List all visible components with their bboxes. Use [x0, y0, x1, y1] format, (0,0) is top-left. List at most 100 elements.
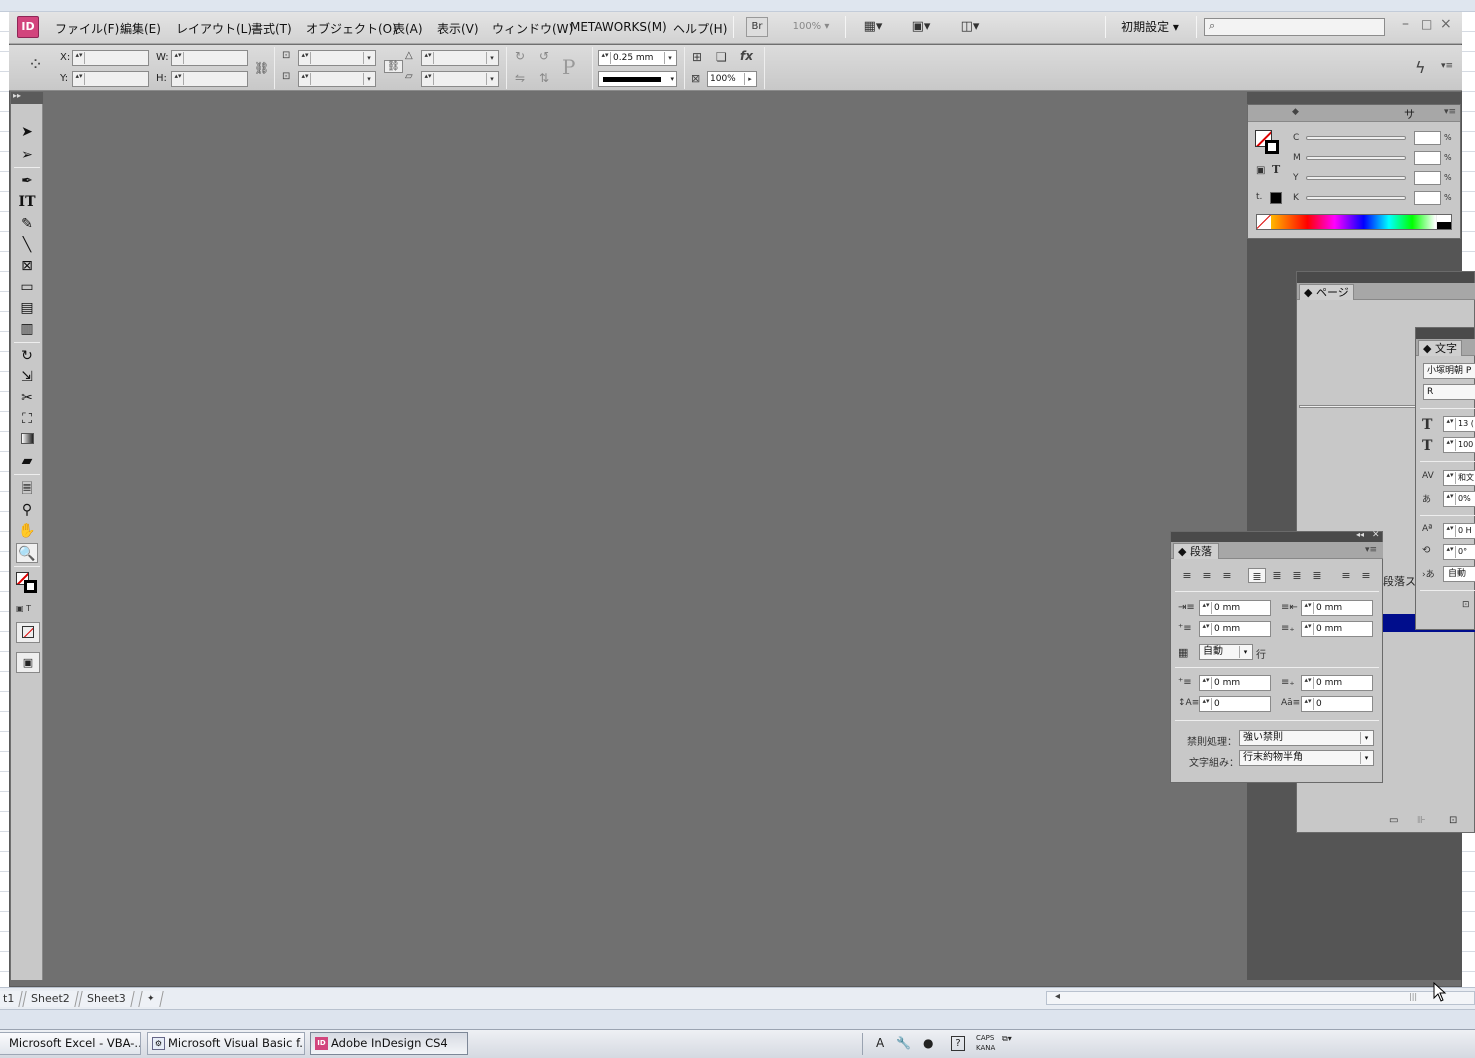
- pen-tool-icon[interactable]: ✒: [16, 171, 38, 191]
- y-position-input[interactable]: ▴▾: [72, 71, 149, 87]
- stroke-weight-input[interactable]: ▴▾ 0.25 mm ▾: [598, 50, 677, 66]
- taskbar-item-vba[interactable]: ⚙ Microsoft Visual Basic f...: [147, 1032, 305, 1055]
- scale-x-input[interactable]: ▴▾ ▾: [298, 50, 376, 66]
- selection-tool-icon[interactable]: ➤: [16, 122, 38, 142]
- sheet-tab-1[interactable]: t1: [0, 991, 24, 1007]
- font-style-select[interactable]: R: [1423, 384, 1475, 400]
- indesign-logo-icon[interactable]: ID: [17, 16, 39, 38]
- width-input[interactable]: ▴▾: [171, 50, 248, 66]
- ime-mode-icon[interactable]: A: [876, 1036, 884, 1050]
- drop-shadow-icon[interactable]: ❏: [716, 50, 727, 64]
- type-tool-icon[interactable]: IT: [16, 192, 38, 212]
- last-line-indent-input[interactable]: ▴▾ 0 mm: [1301, 621, 1373, 637]
- rotate-ccw-icon[interactable]: ↺: [539, 49, 549, 63]
- horizontal-grid-tool-icon[interactable]: ▤: [16, 298, 38, 318]
- scroll-grip-icon[interactable]: |||: [1409, 992, 1417, 1001]
- close-icon[interactable]: ×: [1440, 16, 1452, 32]
- panel-menu-icon[interactable]: ▾≡: [1444, 107, 1456, 117]
- view-options-button[interactable]: ▦▾: [856, 17, 890, 37]
- opacity-input[interactable]: 100% ▸: [707, 71, 757, 87]
- expand-icon[interactable]: ▸▸: [13, 91, 21, 100]
- justify-right-icon[interactable]: ≣: [1288, 568, 1306, 583]
- rectangle-frame-tool-icon[interactable]: ⊠: [16, 256, 38, 276]
- paragraph-panel-titlebar[interactable]: ◂◂ ✕: [1171, 530, 1382, 542]
- justify-center-icon[interactable]: ≣: [1268, 568, 1286, 583]
- control-panel-menu-icon[interactable]: ▾≡: [1441, 61, 1453, 71]
- edit-page-size-icon[interactable]: ⊪: [1417, 815, 1426, 826]
- eyedropper-tool-icon[interactable]: ⚲: [16, 500, 38, 520]
- screen-mode-button[interactable]: ▣▾: [904, 17, 938, 37]
- taskbar-item-excel[interactable]: Microsoft Excel - VBA-...: [0, 1032, 141, 1055]
- menu-type[interactable]: 書式(T): [251, 20, 292, 37]
- shear-angle-input[interactable]: ▴▾ ▾: [421, 71, 499, 87]
- gradient-tool-icon[interactable]: [16, 430, 38, 450]
- drop-cap-lines-input[interactable]: ▴▾ 0: [1199, 696, 1271, 712]
- kinsoku-select[interactable]: 強い禁則 ▾: [1239, 730, 1374, 746]
- cyan-input[interactable]: [1414, 131, 1441, 145]
- black-swatch-icon[interactable]: [1270, 192, 1282, 204]
- maximize-icon[interactable]: □: [1421, 17, 1432, 31]
- tsume-input[interactable]: ▴▾ 0%: [1443, 491, 1475, 507]
- first-line-indent-input[interactable]: ▴▾ 0 mm: [1199, 621, 1271, 637]
- new-page-icon[interactable]: ▭: [1389, 815, 1398, 826]
- menu-table[interactable]: 表(A): [393, 20, 423, 37]
- align-center-icon[interactable]: ≡: [1198, 568, 1216, 583]
- minimize-icon[interactable]: –: [1402, 16, 1409, 32]
- ime-tools-icon[interactable]: 🔧: [896, 1036, 911, 1050]
- search-input[interactable]: ⌕: [1204, 18, 1385, 36]
- line-tool-icon[interactable]: ╲: [16, 235, 38, 255]
- tab-character[interactable]: ◆ 文字: [1418, 340, 1462, 356]
- height-input[interactable]: ▴▾: [171, 71, 248, 87]
- font-size-input[interactable]: ▴▾ 13 (: [1443, 416, 1475, 432]
- language-bar-options-icon[interactable]: ⧉▾: [1002, 1034, 1012, 1044]
- baseline-shift-input[interactable]: ▴▾ 0 H: [1443, 523, 1475, 539]
- zoom-tool-icon[interactable]: 🔍: [16, 543, 38, 563]
- format-affects-container-icon[interactable]: ▣: [1256, 165, 1265, 176]
- panel-option-icon[interactable]: ⊡: [1462, 600, 1470, 610]
- black-input[interactable]: [1414, 191, 1441, 205]
- scale-y-input[interactable]: ▴▾ ▾: [298, 71, 376, 87]
- character-panel-titlebar[interactable]: [1416, 328, 1474, 339]
- flip-horizontal-icon[interactable]: ⇋: [515, 71, 525, 85]
- tools-panel-header[interactable]: ▸▸: [11, 91, 43, 104]
- none-swatch-icon[interactable]: [1257, 215, 1271, 229]
- constrain-proportions-icon[interactable]: ⛓: [254, 61, 269, 75]
- pencil-tool-icon[interactable]: ✎: [16, 214, 38, 234]
- tab-swatches[interactable]: サ: [1404, 106, 1415, 122]
- magenta-slider[interactable]: [1306, 156, 1406, 160]
- mojikumi-select[interactable]: 行末約物半角 ▾: [1239, 750, 1374, 766]
- color-spectrum[interactable]: [1256, 214, 1452, 230]
- apply-none-icon[interactable]: [16, 622, 40, 643]
- space-before-input[interactable]: ▴▾ 0 mm: [1199, 675, 1271, 691]
- frame-fitting-icon[interactable]: ⊞: [692, 50, 702, 64]
- pages-divider[interactable]: [1299, 405, 1419, 408]
- note-tool-icon[interactable]: 🗏: [16, 479, 38, 499]
- align-right-icon[interactable]: ≡: [1218, 568, 1236, 583]
- x-position-input[interactable]: ▴▾: [72, 50, 149, 66]
- ime-dictionary-icon[interactable]: ●: [923, 1036, 933, 1050]
- fill-stroke-swatch-icon[interactable]: [16, 572, 40, 596]
- black-slider[interactable]: [1306, 196, 1406, 200]
- yellow-slider[interactable]: [1306, 176, 1406, 180]
- bridge-button[interactable]: Br: [746, 17, 768, 37]
- arrange-documents-button[interactable]: ◫▾: [952, 17, 988, 37]
- scissors-tool-icon[interactable]: ✂: [16, 388, 38, 408]
- menu-edit[interactable]: 編集(E): [120, 20, 161, 37]
- scale-link-icon[interactable]: ⛓: [384, 60, 403, 73]
- align-left-icon[interactable]: ≡: [1178, 568, 1196, 583]
- insert-sheet-icon[interactable]: ✦: [138, 991, 164, 1007]
- close-panel-icon[interactable]: ✕: [1372, 530, 1380, 540]
- align-towards-spine-icon[interactable]: ≡: [1337, 568, 1355, 583]
- sheet-tab-2[interactable]: Sheet2: [22, 991, 79, 1007]
- hand-tool-icon[interactable]: ✋: [16, 521, 38, 541]
- scroll-left-icon[interactable]: ◂: [1055, 991, 1060, 1002]
- align-away-spine-icon[interactable]: ≡: [1357, 568, 1375, 583]
- taskbar-item-indesign[interactable]: ID Adobe InDesign CS4: [310, 1032, 468, 1055]
- font-family-select[interactable]: 小塚明朝 P: [1423, 363, 1475, 379]
- kerning-input[interactable]: ▴▾ 和文: [1443, 470, 1475, 486]
- menu-layout[interactable]: レイアウト(L): [176, 20, 252, 37]
- rotation-angle-input[interactable]: ▴▾ ▾: [421, 50, 499, 66]
- excel-horizontal-scrollbar[interactable]: ◂ |||: [1046, 991, 1475, 1005]
- screen-mode-icon[interactable]: ▣: [16, 652, 40, 673]
- left-indent-input[interactable]: ▴▾ 0 mm: [1199, 600, 1271, 616]
